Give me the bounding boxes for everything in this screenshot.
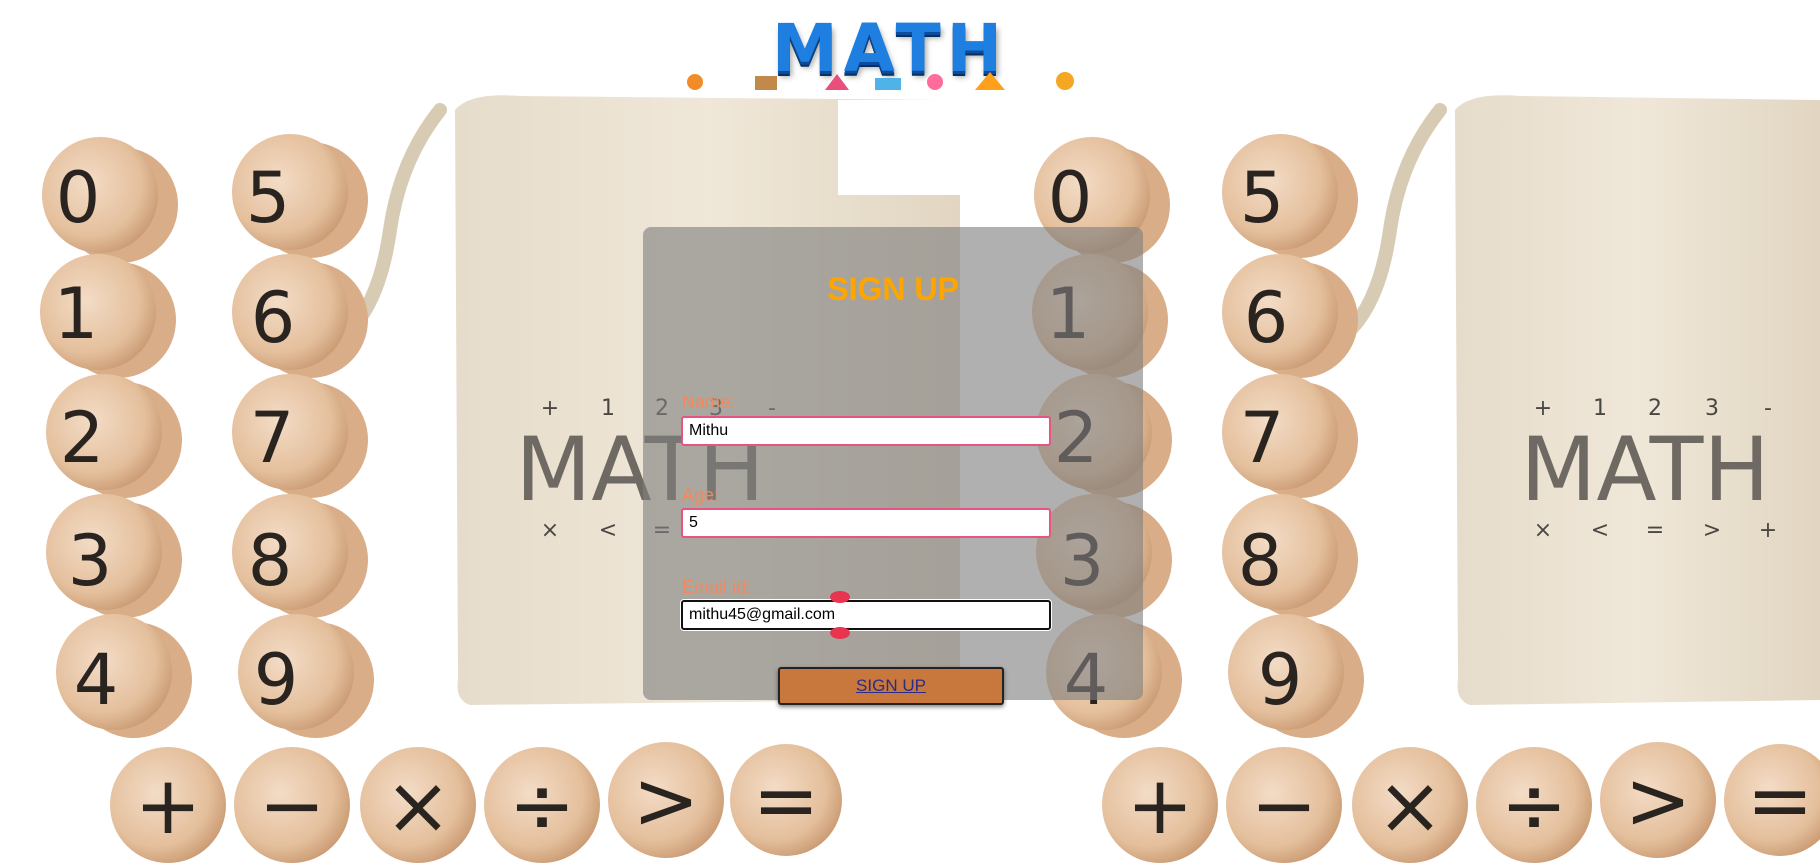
cloth-bag-right: MATH + 1 2 3 - × < = > + [1343,95,1820,706]
age-label: Age: [682,485,720,505]
svg-text:÷: ÷ [1500,759,1567,852]
svg-text:×: × [1376,759,1443,852]
svg-text:+: + [134,759,201,852]
svg-text:1: 1 [1593,396,1607,421]
svg-text:5: 5 [1240,157,1285,239]
svg-text:>: > [632,754,699,847]
svg-text:-: - [1764,396,1772,421]
email-input[interactable] [681,600,1051,630]
toys-decoration [687,72,1074,90]
svg-text:÷: ÷ [508,759,575,852]
svg-text:+: + [541,396,559,421]
svg-text:2: 2 [60,397,105,479]
svg-text:2: 2 [1648,396,1662,421]
bag-label-right: MATH [1520,418,1769,521]
text-cursor-top-icon [830,591,850,603]
math-logo: MATH [645,12,1135,92]
svg-text:−: − [1250,759,1317,852]
svg-text:8: 8 [1238,520,1283,602]
svg-text:1: 1 [54,273,99,355]
svg-text:<: < [1591,518,1609,543]
svg-text:3: 3 [1705,396,1719,421]
name-input[interactable] [681,416,1051,446]
svg-text:=: = [1646,518,1664,543]
operator-tokens: + − × ÷ > = + − × ÷ > = [110,742,1820,863]
svg-text:>: > [1703,518,1721,543]
signup-title: SIGN UP [827,271,959,307]
digit-tokens-left: 0 1 2 3 4 5 6 7 8 9 [40,134,374,738]
svg-text:=: = [1746,754,1813,847]
svg-text:4: 4 [74,639,119,721]
svg-text:×: × [1534,518,1552,543]
svg-text:<: < [599,518,617,543]
svg-text:9: 9 [254,639,299,721]
svg-text:>: > [1624,754,1691,847]
svg-text:=: = [752,754,819,847]
svg-text:×: × [384,759,451,852]
svg-text:7: 7 [250,397,295,479]
signup-panel: SIGN UP Name: Age: Email id: SIGN UP [643,227,1143,705]
signup-button[interactable]: SIGN UP [778,667,1004,705]
name-label: Name: [682,392,736,412]
email-label: Email id: [682,577,752,597]
svg-text:7: 7 [1240,397,1285,479]
svg-text:+: + [1759,518,1777,543]
svg-text:+: + [1126,759,1193,852]
svg-text:0: 0 [56,157,101,239]
svg-text:8: 8 [248,520,293,602]
svg-text:5: 5 [246,157,291,239]
age-input[interactable] [681,508,1051,538]
text-cursor-bottom-icon [830,627,850,639]
svg-text:1: 1 [601,396,615,421]
svg-text:−: − [258,759,325,852]
svg-text:×: × [541,518,559,543]
svg-text:3: 3 [68,520,113,602]
svg-text:6: 6 [251,277,296,359]
svg-text:9: 9 [1258,639,1303,721]
svg-text:+: + [1534,396,1552,421]
svg-text:6: 6 [1244,277,1289,359]
